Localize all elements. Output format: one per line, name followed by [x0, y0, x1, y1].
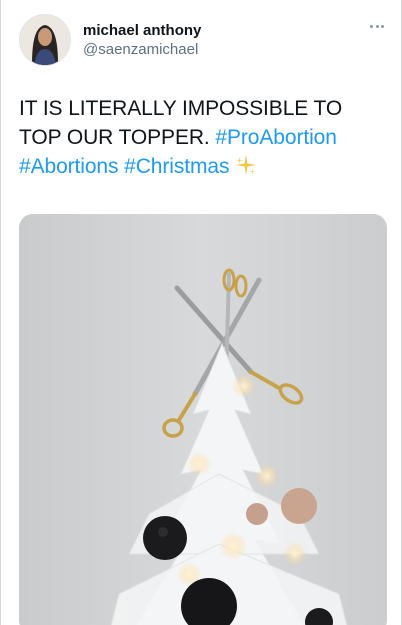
more-options-icon[interactable] [367, 18, 387, 34]
dot [370, 24, 374, 28]
dot [380, 24, 384, 28]
user-info: michael anthony @saenzamichael [83, 22, 201, 60]
avatar-photo [20, 15, 70, 65]
avatar[interactable] [19, 14, 71, 66]
tweet-text: IT IS LITERALLY IMPOSSIBLE TO TOP OUR TO… [19, 94, 379, 181]
hashtag-abortions[interactable]: #Abortions [19, 155, 119, 178]
tweet-card: michael anthony @saenzamichael IT IS LIT… [0, 0, 402, 625]
dot [375, 24, 379, 28]
hashtag-proabortion[interactable]: #ProAbortion [215, 126, 336, 149]
hashtag-christmas[interactable]: #Christmas [124, 155, 229, 178]
display-name[interactable]: michael anthony [83, 22, 201, 40]
sparkles-icon [236, 154, 257, 176]
tweet-media[interactable] [19, 214, 387, 625]
user-handle[interactable]: @saenzamichael [83, 40, 201, 60]
christmas-tree-photo [19, 214, 387, 625]
tweet-header: michael anthony @saenzamichael [19, 14, 387, 70]
